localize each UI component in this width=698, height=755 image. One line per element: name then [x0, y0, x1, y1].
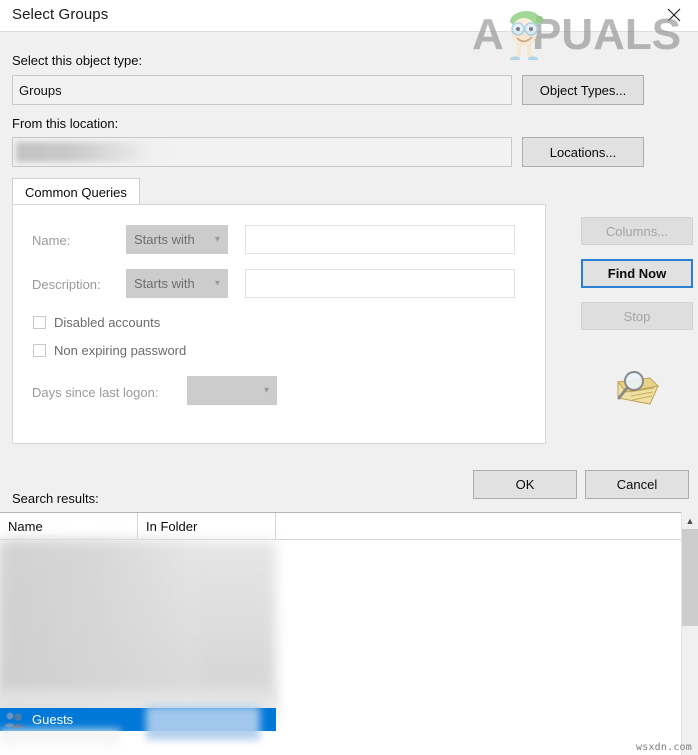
common-queries-panel: Name: Starts with ▾ Description: Starts …: [12, 204, 546, 444]
name-condition-select[interactable]: Starts with ▾: [126, 225, 228, 254]
location-field[interactable]: [12, 137, 512, 167]
non-expiring-password-label: Non expiring password: [54, 343, 187, 358]
group-users-icon: [4, 711, 26, 729]
title-bar: Select Groups: [0, 0, 698, 32]
tab-common-queries[interactable]: Common Queries: [12, 178, 140, 205]
days-since-logon-select[interactable]: ▾: [187, 376, 277, 405]
ok-button[interactable]: OK: [473, 470, 577, 499]
select-groups-dialog: Select Groups A PUALS Select this object…: [0, 0, 698, 755]
object-type-label: Select this object type:: [12, 53, 143, 68]
object-type-field[interactable]: Groups: [12, 75, 512, 105]
close-icon[interactable]: [652, 0, 696, 30]
chevron-down-icon: ▾: [214, 233, 220, 245]
name-value-input[interactable]: [245, 225, 515, 254]
results-scrollbar[interactable]: ▲: [681, 512, 698, 755]
table-row[interactable]: Guests: [0, 708, 276, 731]
columns-button[interactable]: Columns...: [581, 217, 693, 245]
stop-button[interactable]: Stop: [581, 302, 693, 330]
description-value-input[interactable]: [245, 269, 515, 298]
days-since-logon-label: Days since last logon:: [32, 385, 159, 400]
description-label: Description:: [32, 277, 101, 292]
search-folder-icon: [612, 366, 662, 410]
scrollbar-thumb[interactable]: [682, 529, 698, 626]
location-label: From this location:: [12, 116, 119, 131]
chevron-up-icon[interactable]: ▲: [682, 512, 698, 529]
chevron-down-icon: ▾: [214, 277, 220, 289]
chevron-down-icon: ▾: [263, 384, 269, 396]
tab-common-queries-label: Common Queries: [25, 184, 127, 200]
description-condition-value: Starts with: [134, 276, 195, 291]
table-row-name: Guests: [32, 712, 74, 727]
object-types-button[interactable]: Object Types...: [522, 75, 644, 105]
name-condition-value: Starts with: [134, 232, 195, 247]
site-watermark: wsxdn.com: [636, 742, 692, 753]
non-expiring-password-checkbox[interactable]: [33, 344, 46, 357]
results-redaction-block-overlay: [0, 541, 200, 721]
find-now-button[interactable]: Find Now: [581, 259, 693, 288]
close-x-glyph: [667, 8, 681, 22]
group-users-glyph: [5, 712, 24, 728]
column-header-name[interactable]: Name: [0, 513, 138, 540]
disabled-accounts-label: Disabled accounts: [54, 315, 161, 330]
page-title: Select Groups: [12, 6, 109, 23]
search-results-label: Search results:: [12, 491, 99, 506]
locations-button[interactable]: Locations...: [522, 137, 644, 167]
search-results-header: Name In Folder: [0, 513, 698, 540]
disabled-accounts-checkbox-row[interactable]: Disabled accounts: [33, 315, 160, 330]
non-expiring-password-checkbox-row[interactable]: Non expiring password: [33, 343, 186, 358]
column-header-in-folder[interactable]: In Folder: [138, 513, 276, 540]
tab-strip: Common Queries: [12, 178, 546, 205]
search-folder-glyph: [617, 371, 660, 405]
name-label: Name:: [32, 233, 71, 248]
disabled-accounts-checkbox[interactable]: [33, 316, 46, 329]
cancel-button[interactable]: Cancel: [585, 470, 689, 499]
description-condition-select[interactable]: Starts with ▾: [126, 269, 228, 298]
results-redaction-block: [0, 541, 276, 721]
